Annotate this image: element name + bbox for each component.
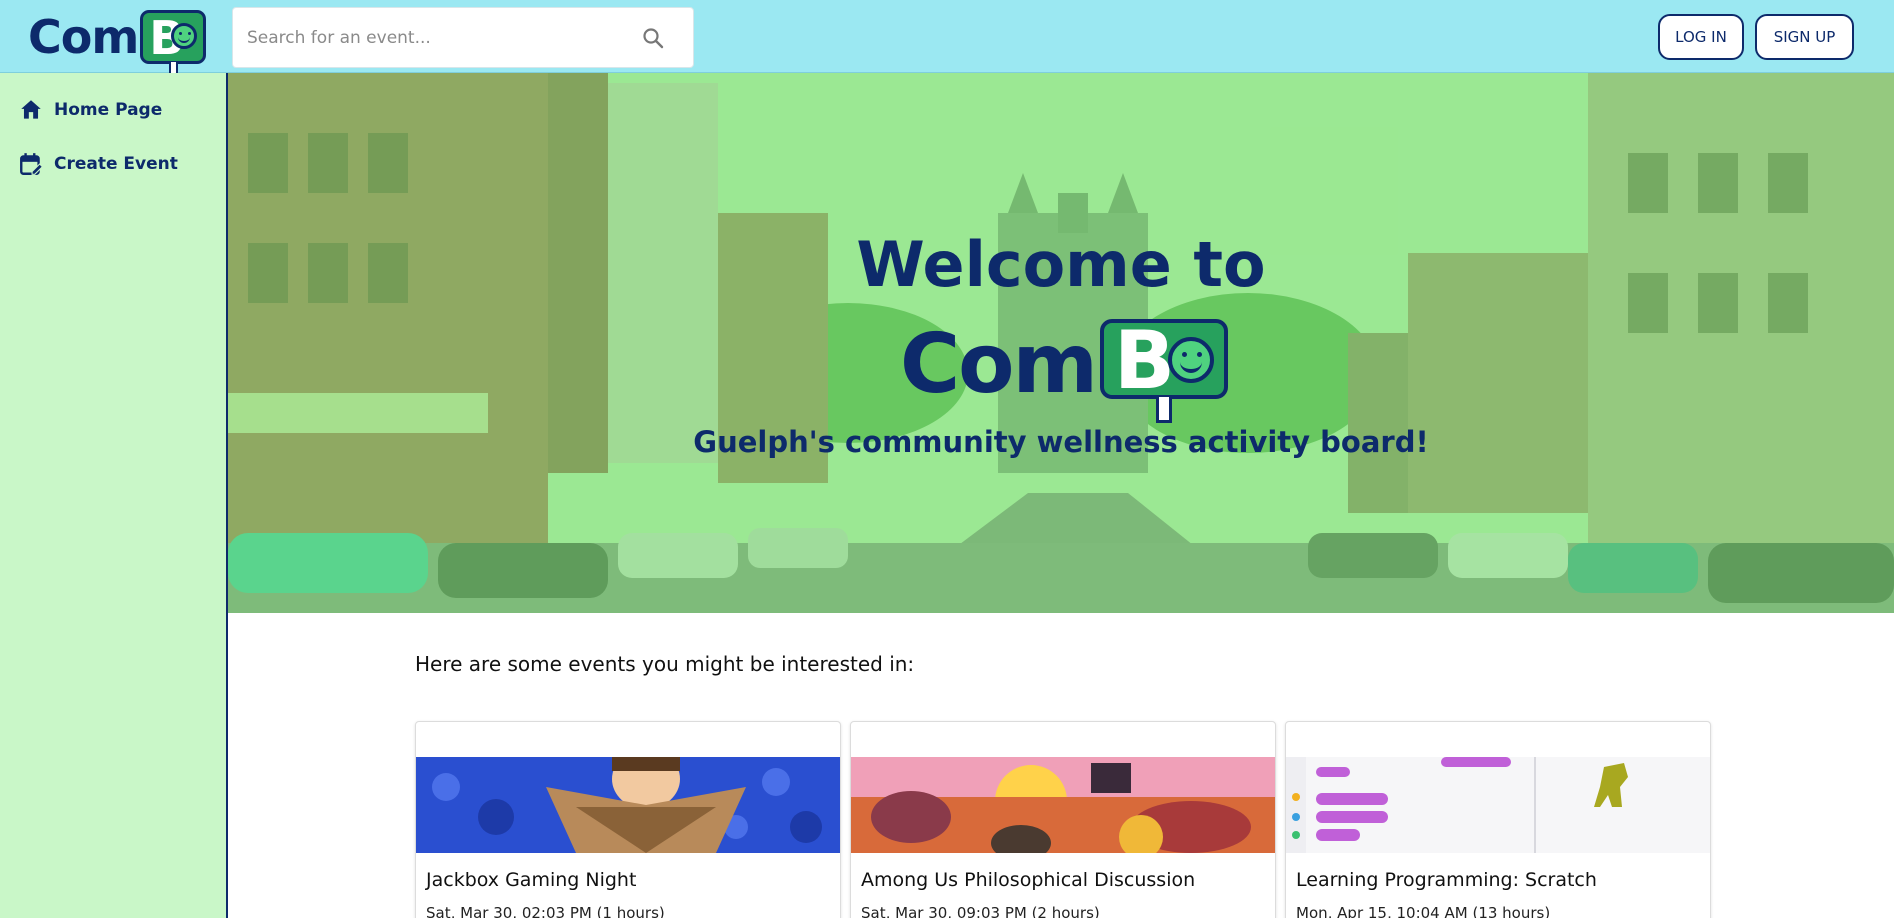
- event-date: Mon, Apr 15, 10:04 AM (13 hours): [1296, 904, 1551, 918]
- hero-title: Welcome to: [856, 228, 1266, 301]
- hero-banner: Welcome to Com B Guelph's community well…: [228, 73, 1894, 613]
- event-card[interactable]: Jackbox Gaming Night Sat, Mar 30, 02:03 …: [415, 721, 841, 918]
- logo-badge: B: [140, 10, 207, 75]
- hero-subtitle: Guelph's community wellness activity boa…: [693, 425, 1429, 459]
- combo-logo[interactable]: Com B: [28, 6, 207, 75]
- hero-logo-badge: B: [1099, 317, 1228, 423]
- hero-logo-badge-letter: B: [1113, 314, 1175, 407]
- event-title: Learning Programming: Scratch: [1296, 869, 1597, 891]
- sidebar-item-label: Create Event: [54, 154, 178, 174]
- event-card[interactable]: Learning Programming: Scratch Mon, Apr 1…: [1285, 721, 1711, 918]
- event-card[interactable]: Among Us Philosophical Discussion Sat, M…: [850, 721, 1276, 918]
- sidebar-item-home[interactable]: Home Page: [18, 96, 162, 124]
- sidebar: Home Page Create Event: [0, 73, 228, 918]
- event-title: Among Us Philosophical Discussion: [861, 869, 1196, 891]
- sign-stick: [1155, 397, 1172, 423]
- top-header: Com B LOG IN SIGN UP: [0, 0, 1894, 75]
- event-thumbnail-image: [416, 757, 840, 853]
- smiley-icon: [1167, 337, 1214, 383]
- smiley-icon: [171, 23, 198, 49]
- signup-button[interactable]: SIGN UP: [1755, 14, 1854, 60]
- calendar-edit-icon: [20, 153, 44, 175]
- search-bar: [232, 7, 694, 68]
- event-thumbnail-image: [851, 757, 1275, 853]
- event-thumbnail-image: [1286, 757, 1710, 853]
- login-button[interactable]: LOG IN: [1658, 14, 1744, 60]
- search-icon[interactable]: [641, 26, 665, 50]
- logo-text: Com: [28, 10, 139, 64]
- sidebar-item-create-event[interactable]: Create Event: [18, 150, 178, 178]
- hero-combo-logo: Com B: [900, 315, 1228, 425]
- event-title: Jackbox Gaming Night: [426, 869, 637, 891]
- hero-logo-text: Com: [900, 317, 1098, 412]
- event-date: Sat, Mar 30, 02:03 PM (1 hours): [426, 904, 665, 918]
- search-input[interactable]: [247, 8, 627, 67]
- sidebar-item-label: Home Page: [54, 100, 163, 120]
- events-heading: Here are some events you might be intere…: [415, 652, 915, 676]
- event-date: Sat, Mar 30, 09:03 PM (2 hours): [861, 904, 1100, 918]
- home-icon: [21, 100, 41, 119]
